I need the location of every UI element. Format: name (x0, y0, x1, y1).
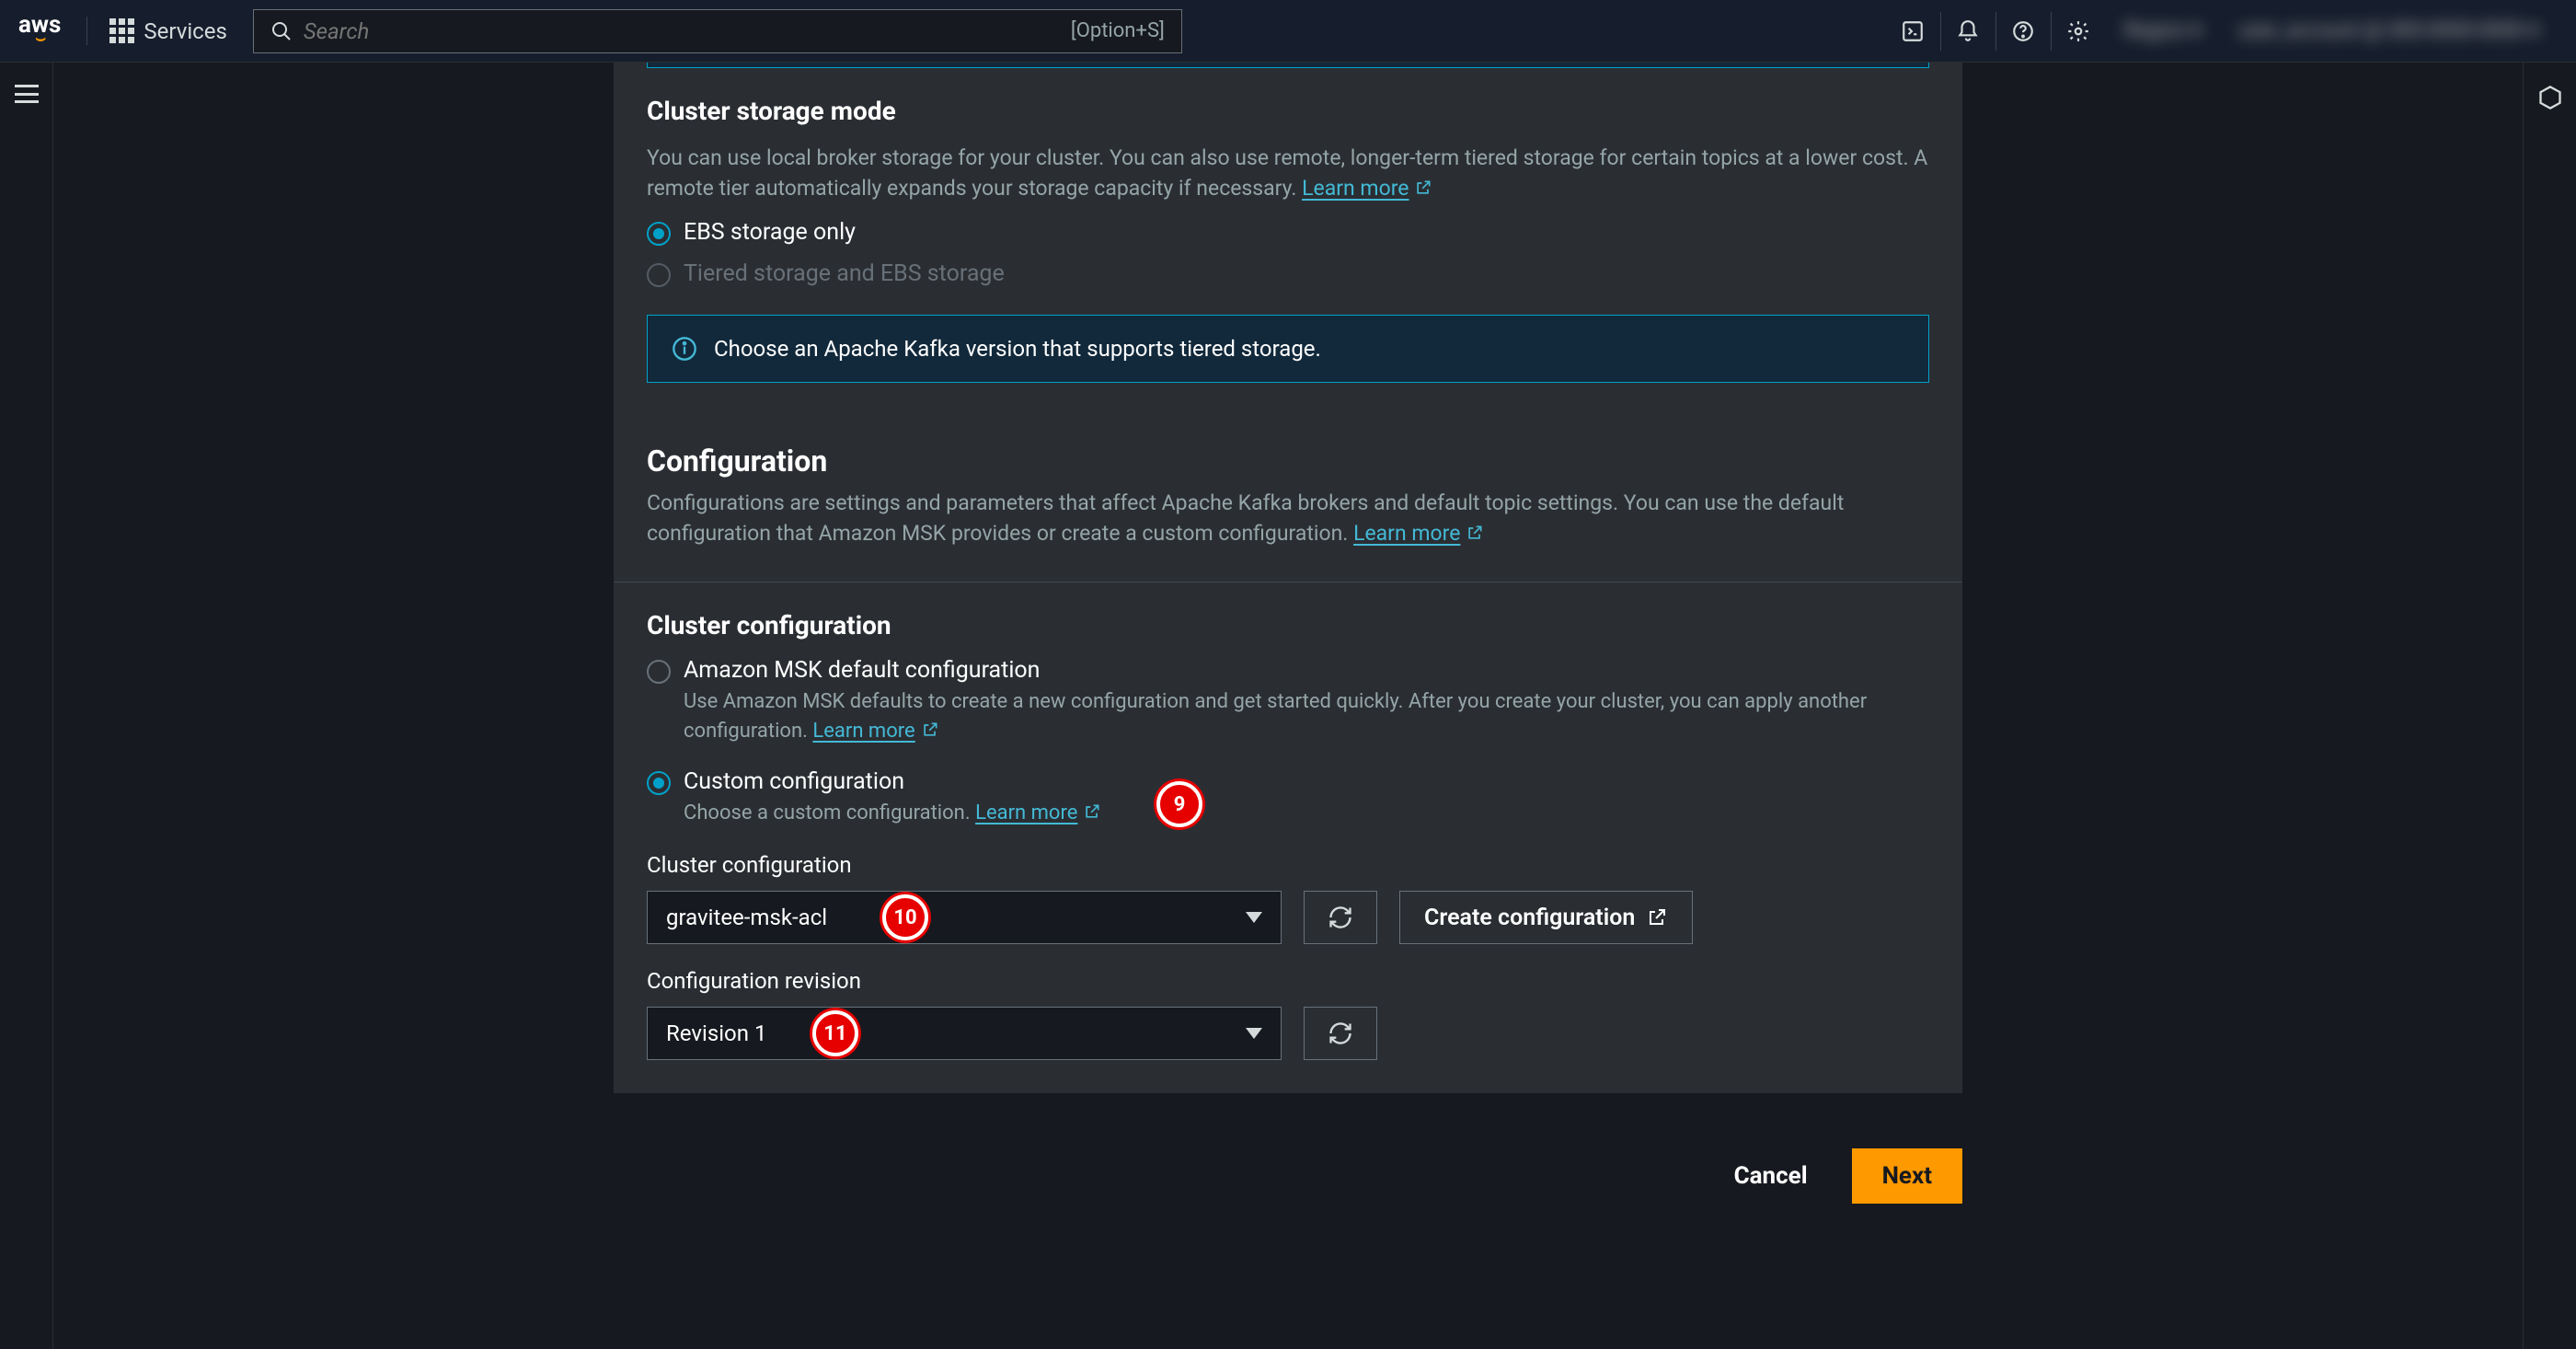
select-value: gravitee-msk-acl (666, 905, 827, 930)
search-box[interactable]: [Option+S] (253, 9, 1182, 53)
main-content: Cluster storage mode You can use local b… (53, 63, 2523, 1349)
topnav-right: Region ▾ user_account @ 000-0000-0000 ▾ (1885, 12, 2558, 51)
config-option-default[interactable]: Amazon MSK default configuration Use Ama… (647, 657, 1929, 746)
search-icon (270, 20, 293, 42)
cancel-button[interactable]: Cancel (1712, 1148, 1830, 1204)
radio-label: Tiered storage and EBS storage (684, 260, 1005, 287)
custom-learn-more-link[interactable]: Learn more (975, 801, 1101, 824)
storage-learn-more-link[interactable]: Learn more (1302, 176, 1432, 201)
grid-icon (109, 18, 134, 43)
info-icon (672, 336, 697, 362)
configuration-panel: Configuration Configurations are setting… (614, 416, 1962, 1093)
top-navigation: aws ⌣ Services [Option+S] Region ▾ user_… (0, 0, 2576, 63)
radio-label: Amazon MSK default configuration (684, 657, 1929, 684)
info-text: Choose an Apache Kafka version that supp… (714, 336, 1321, 362)
aws-logo[interactable]: aws ⌣ (18, 17, 87, 45)
search-shortcut: [Option+S] (1071, 19, 1165, 42)
create-btn-label: Create configuration (1424, 905, 1635, 931)
tiered-storage-info: Choose an Apache Kafka version that supp… (647, 315, 1929, 383)
account-menu[interactable]: user_account @ 000-0000-0000 ▾ (2220, 19, 2558, 42)
services-button[interactable]: Services (109, 18, 226, 44)
radio-icon (647, 771, 671, 795)
refresh-config-button[interactable] (1304, 891, 1377, 944)
help-icon[interactable] (1995, 12, 2051, 51)
radio-icon (647, 222, 671, 246)
footer-actions: Cancel Next (614, 1126, 1962, 1244)
config-learn-more-link[interactable]: Learn more (1353, 521, 1484, 546)
chevron-down-icon (1246, 912, 1262, 923)
default-learn-more-link[interactable]: Learn more (812, 720, 938, 743)
revision-field-label: Configuration revision (647, 968, 1929, 994)
previous-panel-partial: Cluster storage mode You can use local b… (614, 63, 1962, 416)
cloudshell-icon[interactable] (1885, 12, 1940, 51)
notifications-icon[interactable] (1940, 12, 1995, 51)
config-desc: Configurations are settings and paramete… (647, 488, 1929, 549)
callout-10: 10 (882, 894, 928, 940)
external-link-icon (1466, 524, 1484, 542)
revision-select[interactable]: Revision 1 (647, 1007, 1282, 1060)
create-configuration-button[interactable]: Create configuration (1399, 891, 1693, 944)
region-selector[interactable]: Region ▾ (2106, 19, 2220, 42)
radio-icon (647, 263, 671, 287)
external-link-icon (1646, 906, 1668, 928)
storage-option-ebs[interactable]: EBS storage only (647, 219, 1929, 246)
cluster-config-heading: Cluster configuration (647, 610, 1929, 640)
services-label: Services (144, 18, 226, 44)
radio-icon (647, 660, 671, 684)
storage-option-tiered: Tiered storage and EBS storage (647, 260, 1929, 287)
config-option-custom[interactable]: Custom configuration Choose a custom con… (647, 768, 1929, 828)
refresh-revision-button[interactable] (1304, 1007, 1377, 1060)
aws-smile: ⌣ (35, 33, 44, 45)
settings-icon[interactable] (2051, 12, 2106, 51)
callout-9: 9 (1156, 781, 1202, 827)
radio-description: Choose a custom configuration. Learn mor… (684, 799, 1101, 828)
radio-label: Custom configuration (684, 768, 1101, 795)
hamburger-icon[interactable] (15, 85, 39, 103)
config-heading: Configuration (647, 444, 1929, 478)
search-input[interactable] (304, 18, 1071, 44)
radio-label: EBS storage only (684, 219, 856, 246)
external-link-icon (1083, 802, 1101, 821)
select-value: Revision 1 (666, 1020, 766, 1046)
right-rail (2523, 63, 2576, 1349)
cluster-config-select[interactable]: gravitee-msk-acl (647, 891, 1282, 944)
cluster-config-field-label: Cluster configuration (647, 852, 1929, 878)
next-button[interactable]: Next (1852, 1148, 1962, 1204)
external-link-icon (1414, 179, 1432, 197)
left-rail (0, 63, 53, 1349)
external-link-icon (921, 721, 939, 739)
storage-heading: Cluster storage mode (647, 96, 1929, 126)
storage-desc: You can use local broker storage for you… (647, 143, 1929, 204)
radio-description: Use Amazon MSK defaults to create a new … (684, 687, 1929, 746)
callout-11: 11 (812, 1010, 858, 1056)
hex-icon[interactable] (2537, 85, 2563, 1349)
chevron-down-icon (1246, 1028, 1262, 1039)
